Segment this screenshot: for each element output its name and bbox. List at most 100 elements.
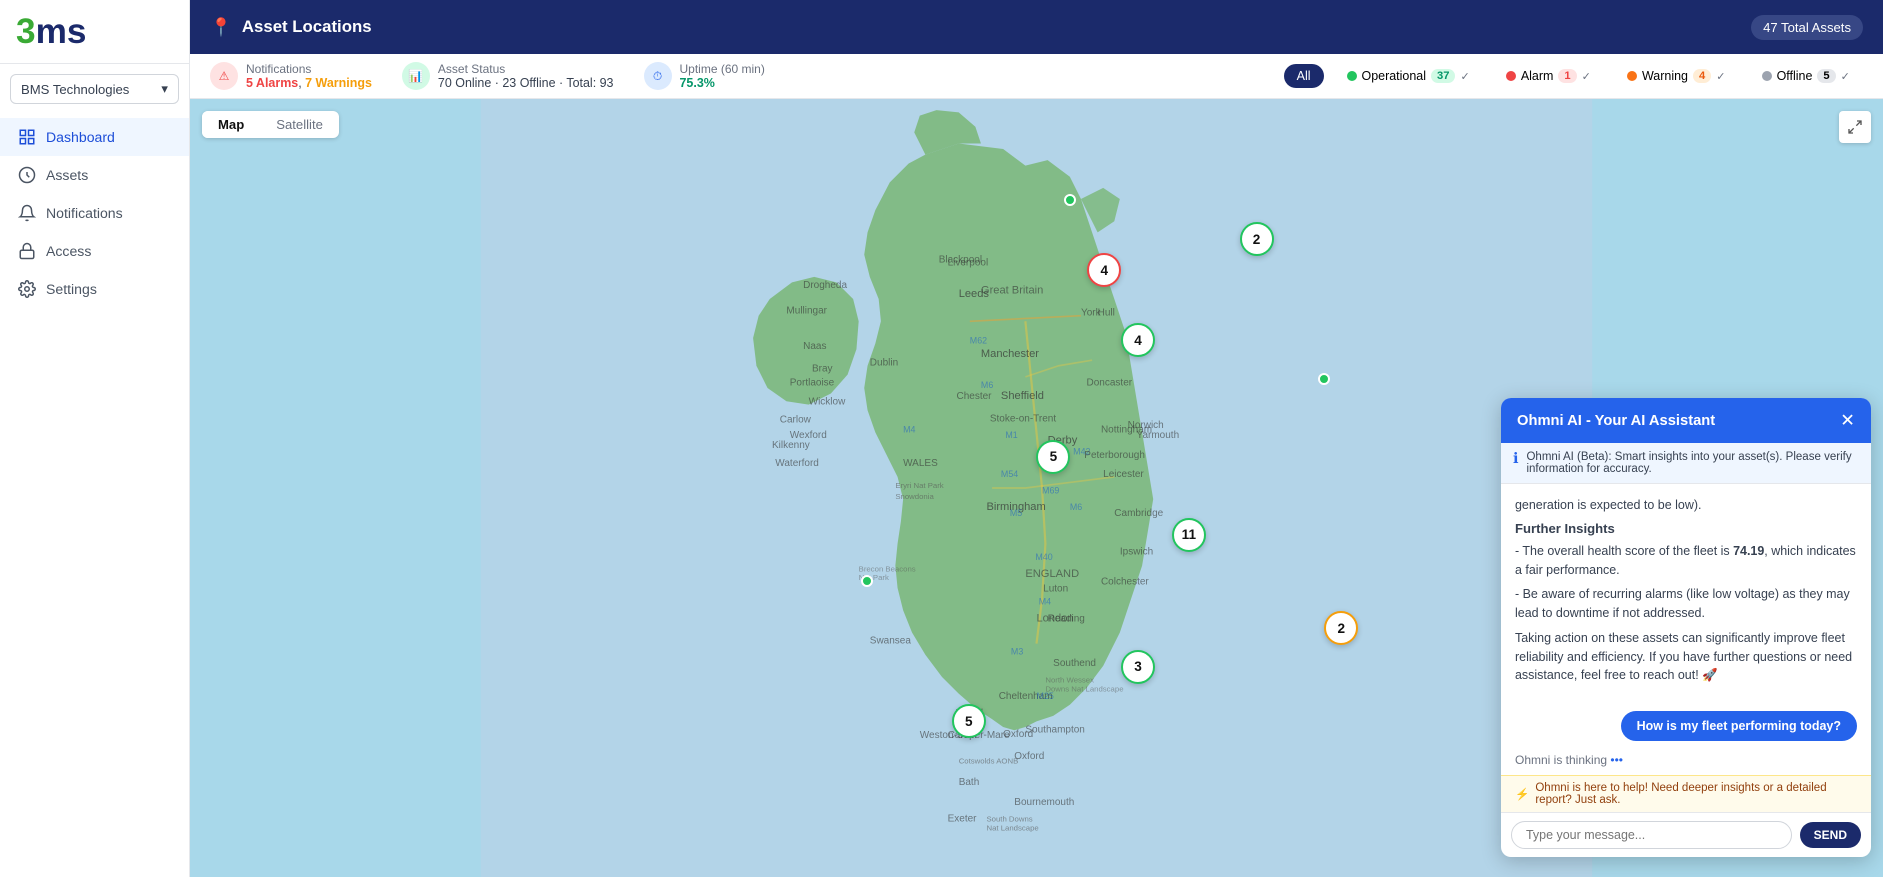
svg-text:South Downs: South Downs <box>986 814 1032 823</box>
offline-check: ✓ <box>1841 70 1850 83</box>
warnings-value: 7 Warnings <box>305 76 372 90</box>
ai-close-button[interactable]: ✕ <box>1840 410 1855 431</box>
cluster-marker-8[interactable]: 5 <box>952 704 986 738</box>
notifications-stat: ⚠ Notifications 5 Alarms, 7 Warnings <box>210 62 372 90</box>
sidebar-item-access[interactable]: Access <box>0 232 189 270</box>
access-icon <box>18 242 36 260</box>
ai-title: Ohmni AI - Your AI Assistant <box>1517 413 1715 429</box>
ai-action-text: Taking action on these assets can signif… <box>1515 629 1857 685</box>
map-tab-satellite[interactable]: Satellite <box>260 111 339 138</box>
map-container[interactable]: Leeds Manchester Sheffield Birmingham De… <box>190 99 1883 877</box>
ai-cta-button[interactable]: How is my fleet performing today? <box>1621 711 1857 741</box>
uptime-stat: ⏱ Uptime (60 min) 75.3% <box>644 62 765 90</box>
ai-send-button[interactable]: SEND <box>1800 822 1861 848</box>
sidebar-item-dashboard[interactable]: Dashboard <box>0 118 189 156</box>
notifications-stat-label: Notifications <box>246 62 372 76</box>
svg-text:Brecon Beacons: Brecon Beacons <box>859 564 916 573</box>
ai-helper-bar: ⚡ Ohmni is here to help! Need deeper ins… <box>1501 775 1871 812</box>
svg-text:Eryri Nat Park: Eryri Nat Park <box>895 481 943 490</box>
page-title: Asset Locations <box>242 17 372 37</box>
filter-group: All Operational 37 ✓ Alarm 1 ✓ Warning 4… <box>1284 64 1863 88</box>
svg-text:Carlow: Carlow <box>780 414 812 425</box>
sidebar-item-settings-label: Settings <box>46 281 97 297</box>
ai-message-input[interactable] <box>1511 821 1792 849</box>
company-name: BMS Technologies <box>21 82 129 97</box>
warning-label: Warning <box>1642 69 1688 83</box>
asset-dot-3 <box>861 575 873 587</box>
svg-text:M6: M6 <box>1070 502 1082 512</box>
svg-text:Cambridge: Cambridge <box>1114 508 1163 519</box>
svg-text:Exeter: Exeter <box>948 813 978 824</box>
svg-text:M6: M6 <box>981 380 993 390</box>
svg-text:M3: M3 <box>1011 647 1023 657</box>
svg-text:Colchester: Colchester <box>1101 577 1149 588</box>
sidebar-item-dashboard-label: Dashboard <box>46 129 115 145</box>
company-selector[interactable]: BMS Technologies ▾ <box>10 74 179 104</box>
filter-operational[interactable]: Operational 37 ✓ <box>1334 64 1483 88</box>
assets-icon <box>18 166 36 184</box>
svg-text:Naas: Naas <box>803 341 826 352</box>
svg-text:Reading: Reading <box>1048 613 1085 624</box>
sidebar-item-notifications[interactable]: Notifications <box>0 194 189 232</box>
svg-text:Hull: Hull <box>1098 308 1115 319</box>
svg-text:Oxford: Oxford <box>1003 729 1033 740</box>
svg-text:M69: M69 <box>1042 486 1059 496</box>
operational-label: Operational <box>1362 69 1426 83</box>
location-pin-icon: 📍 <box>210 17 232 38</box>
offline-dot <box>1762 71 1772 81</box>
svg-text:M1: M1 <box>1005 430 1017 440</box>
filter-offline[interactable]: Offline 5 ✓ <box>1749 64 1863 88</box>
cluster-marker-1[interactable]: 2 <box>1240 222 1274 256</box>
svg-text:Swansea: Swansea <box>870 636 912 647</box>
sidebar-item-settings[interactable]: Settings <box>0 270 189 308</box>
svg-text:Waterford: Waterford <box>775 458 819 469</box>
svg-text:Kilkenny: Kilkenny <box>772 440 810 451</box>
svg-text:Sheffield: Sheffield <box>1001 390 1044 402</box>
svg-text:M25: M25 <box>1037 691 1054 701</box>
alarm-label: Alarm <box>1521 69 1554 83</box>
svg-text:Bray: Bray <box>812 363 833 374</box>
svg-text:M54: M54 <box>1001 469 1018 479</box>
notifications-icon <box>18 204 36 222</box>
logo-ms: ms <box>36 14 87 49</box>
svg-text:Bournemouth: Bournemouth <box>1014 797 1074 808</box>
header-left: 📍 Asset Locations <box>210 17 372 38</box>
offline-label: Offline <box>1777 69 1813 83</box>
ai-info-text: Ohmni AI (Beta): Smart insights into you… <box>1526 451 1859 475</box>
ai-section-title: Further Insights <box>1515 521 1857 536</box>
cluster-marker-4[interactable]: 5 <box>1036 440 1070 474</box>
fullscreen-button[interactable] <box>1839 111 1871 143</box>
cluster-marker-5[interactable]: 11 <box>1172 518 1206 552</box>
sidebar: 3 ms BMS Technologies ▾ Dashboard Assets… <box>0 0 190 877</box>
total-assets-badge: 47 Total Assets <box>1751 15 1863 40</box>
sidebar-item-assets[interactable]: Assets <box>0 156 189 194</box>
operational-check: ✓ <box>1460 70 1469 83</box>
ai-helper-text: Ohmni is here to help! Need deeper insig… <box>1535 782 1857 806</box>
asset-status-label: Asset Status <box>438 62 614 76</box>
lightning-icon: ⚡ <box>1515 787 1529 801</box>
map-tab-map[interactable]: Map <box>202 111 260 138</box>
filter-warning[interactable]: Warning 4 ✓ <box>1614 64 1739 88</box>
svg-text:Drogheda: Drogheda <box>803 280 847 291</box>
svg-text:Peterborough: Peterborough <box>1084 450 1145 461</box>
svg-text:M4: M4 <box>903 424 915 434</box>
cluster-marker-3[interactable]: 4 <box>1121 323 1155 357</box>
svg-text:Blackpool: Blackpool <box>939 254 982 265</box>
svg-text:Ipswich: Ipswich <box>1120 547 1153 558</box>
ai-info-bar: ℹ Ohmni AI (Beta): Smart insights into y… <box>1501 443 1871 484</box>
cluster-marker-6[interactable]: 3 <box>1121 650 1155 684</box>
svg-text:WALES: WALES <box>903 458 938 469</box>
warning-check: ✓ <box>1716 70 1725 83</box>
cluster-marker-7[interactable]: 2 <box>1324 611 1358 645</box>
filter-all[interactable]: All <box>1284 64 1324 88</box>
filter-alarm[interactable]: Alarm 1 ✓ <box>1493 64 1604 88</box>
svg-text:Leicester: Leicester <box>1103 469 1144 480</box>
asset-dot-2 <box>1318 373 1330 385</box>
svg-text:M40: M40 <box>1035 552 1052 562</box>
svg-text:Doncaster: Doncaster <box>1087 378 1133 389</box>
cluster-marker-2[interactable]: 4 <box>1087 253 1121 287</box>
asset-dot-1 <box>1064 194 1076 206</box>
svg-text:Wicklow: Wicklow <box>809 397 846 408</box>
logo-area: 3 ms <box>0 0 189 64</box>
sidebar-item-assets-label: Assets <box>46 167 88 183</box>
